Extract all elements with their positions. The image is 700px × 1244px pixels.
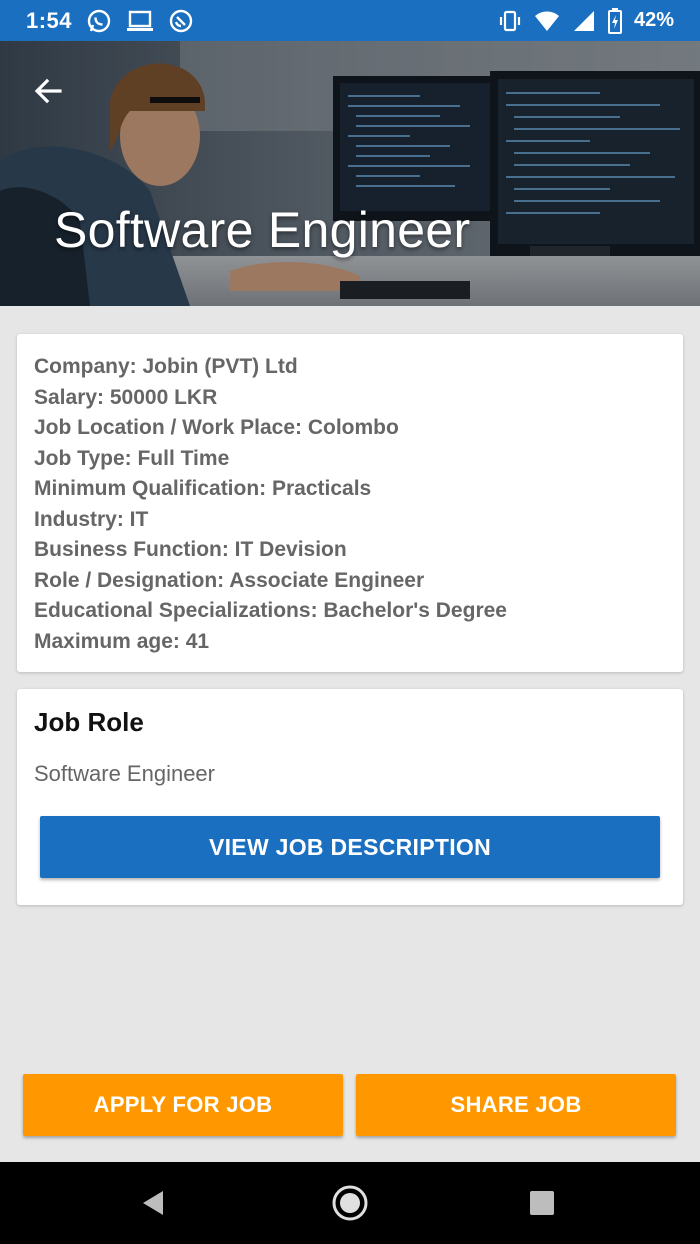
data-saver-icon <box>168 8 194 34</box>
share-job-button[interactable]: SHARE JOB <box>356 1074 676 1136</box>
apply-for-job-button[interactable]: APPLY FOR JOB <box>23 1074 343 1136</box>
status-right: 42% <box>498 7 674 34</box>
job-details-card: Company: Jobin (PVT) Ltd Salary: 50000 L… <box>17 334 683 672</box>
detail-location: Job Location / Work Place: Colombo <box>34 416 399 439</box>
nav-back-button[interactable] <box>132 1181 176 1225</box>
page-title: Software Engineer <box>54 202 471 258</box>
signal-icon <box>572 10 596 32</box>
detail-job-type: Job Type: Full Time <box>34 446 230 470</box>
detail-max-age: Maximum age: 41 <box>34 629 210 653</box>
job-role-heading: Job Role <box>34 707 144 737</box>
back-button[interactable] <box>28 71 68 111</box>
status-time: 1:54 <box>26 7 73 33</box>
detail-qualification: Minimum Qualification: Practicals <box>34 477 372 500</box>
view-job-description-button[interactable]: VIEW JOB DESCRIPTION <box>40 816 660 878</box>
detail-education: Educational Specializations: Bachelor's … <box>34 599 507 622</box>
status-left: 1:54 <box>26 8 194 34</box>
battery-charging-icon <box>607 7 622 34</box>
job-role-value: Software Engineer <box>34 761 215 786</box>
nav-home-icon <box>332 1185 368 1221</box>
nav-recents-button[interactable] <box>520 1181 564 1225</box>
status-bar: 1:54 42% <box>0 0 700 41</box>
vibrate-icon <box>498 9 522 33</box>
nav-back-icon <box>143 1191 163 1215</box>
detail-company: Company: Jobin (PVT) Ltd <box>34 355 298 378</box>
system-navigation-bar <box>0 1162 700 1244</box>
nav-recents-icon <box>530 1191 554 1215</box>
detail-role: Role / Designation: Associate Engineer <box>34 568 425 592</box>
job-role-card: Job Role Software Engineer VIEW JOB DESC… <box>17 689 683 905</box>
arrow-back-icon <box>34 78 62 104</box>
wifi-icon <box>534 10 560 32</box>
detail-industry: Industry: IT <box>34 507 149 531</box>
battery-percent: 42% <box>633 9 674 31</box>
detail-salary: Salary: 50000 LKR <box>34 385 218 409</box>
detail-business-function: Business Function: IT Devision <box>34 538 347 561</box>
nav-home-button[interactable] <box>328 1181 372 1225</box>
whatsapp-icon <box>86 8 112 34</box>
laptop-icon <box>126 9 154 33</box>
header-banner: Software Engineer <box>0 41 700 306</box>
header-background-image <box>0 41 700 306</box>
